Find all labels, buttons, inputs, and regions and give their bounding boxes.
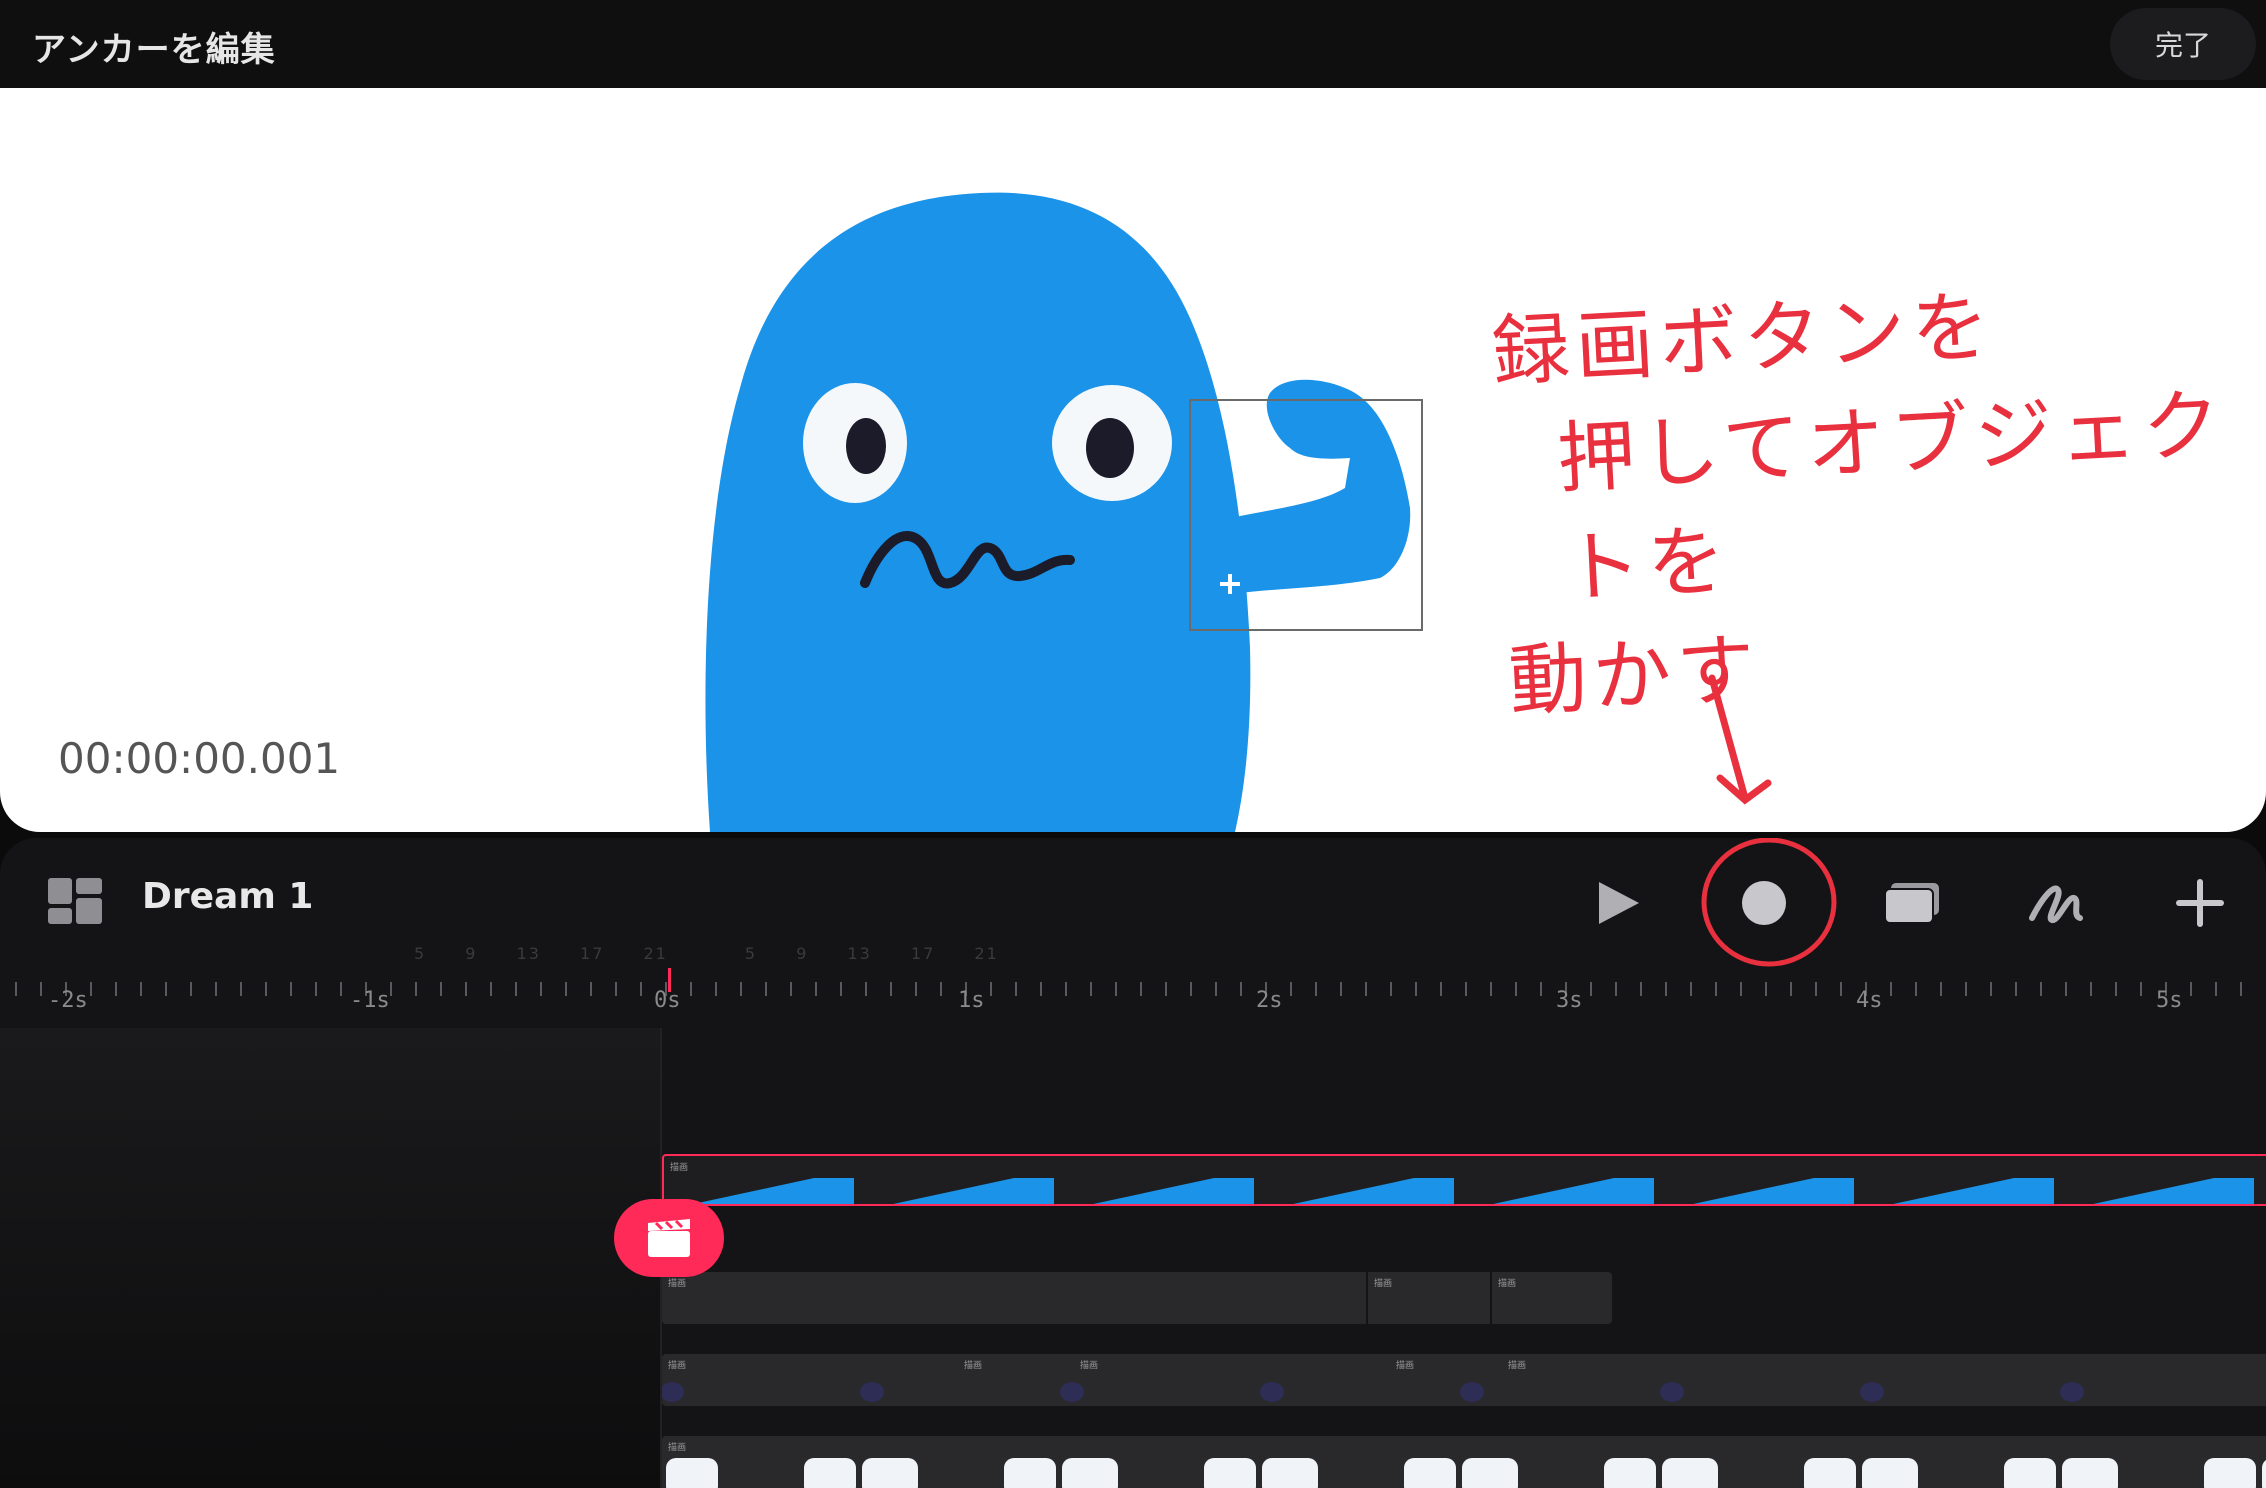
faint-frame-label: 5	[414, 944, 427, 963]
blue-frame-thumb	[693, 1178, 854, 1204]
blue-frame-thumb	[1293, 1178, 1454, 1204]
eye-white-thumb	[804, 1458, 856, 1488]
ruler-faint-frames: 5 9 13 17 21 5 9 13 17 21	[414, 944, 999, 963]
eye-white-thumb	[1866, 1458, 1918, 1488]
blue-frame-thumb	[893, 1178, 1054, 1204]
character-arm	[1230, 379, 1411, 593]
blue-frame-thumb	[1093, 1178, 1254, 1204]
faint-frame-label: 21	[974, 944, 999, 963]
timecode: 00:00:00.001	[58, 734, 341, 783]
pupil-thumb	[662, 1382, 684, 1402]
faint-frame-label: 13	[516, 944, 541, 963]
annotation-line-2: 押してオブジェクトを	[1555, 379, 2229, 615]
blue-frame-thumb	[1493, 1178, 1654, 1204]
eye-white-thumb	[1204, 1458, 1256, 1488]
layers-button[interactable]	[1872, 868, 1952, 938]
eye-white-thumb	[2004, 1458, 2056, 1488]
eye-white-thumb	[866, 1458, 918, 1488]
annotation-text: 録画ボタンを 押してオブジェクトを 動かす	[1489, 258, 2266, 737]
faint-frame-label: 21	[643, 944, 668, 963]
eye-white-thumb	[1604, 1458, 1656, 1488]
faint-frame-label: 5	[744, 944, 758, 963]
blue-frame-thumb	[1893, 1178, 2054, 1204]
ruler-label: -2s	[48, 988, 88, 1013]
track-thumbnails	[662, 1382, 2084, 1402]
pupil-thumb	[1060, 1382, 1084, 1402]
faint-frame-label: 17	[580, 944, 605, 963]
preview-canvas[interactable]: 録画ボタンを 押してオブジェクトを 動かす 00:00:00.001	[0, 88, 2266, 832]
clapperboard-icon	[648, 1219, 690, 1257]
timeline-panel: Dream 1 -2s -1s 0s 1s 2s 3s 4s 5s 5 9 13…	[0, 838, 2266, 1488]
eye-white-thumb	[2262, 1460, 2266, 1488]
clip-label: 描画	[668, 1279, 687, 1289]
eye-white-thumb	[2204, 1458, 2256, 1488]
right-pupil	[1086, 418, 1134, 478]
layers-icon	[1884, 883, 1939, 924]
faint-frame-label: 13	[847, 944, 872, 963]
pupil-thumb	[860, 1382, 884, 1402]
pupil-thumb	[1660, 1382, 1684, 1402]
done-button[interactable]: 完了	[2110, 8, 2256, 80]
ruler-label: 3s	[1556, 988, 1583, 1013]
clip-label: 描画	[1498, 1279, 1517, 1289]
ruler-label: 5s	[2156, 988, 2183, 1013]
layer-list-area	[0, 1028, 662, 1488]
pupil-thumb	[1260, 1382, 1284, 1402]
track-eyes[interactable]: 描画 描画 描画 描画 描画	[662, 1354, 2266, 1406]
ruler-label: -1s	[350, 988, 390, 1013]
blue-frame-thumb	[1693, 1178, 1854, 1204]
pupil-thumb	[1460, 1382, 1484, 1402]
eye-white-thumb	[2066, 1458, 2118, 1488]
ruler-label: 4s	[1856, 988, 1883, 1013]
faint-frame-label: 9	[796, 944, 809, 963]
ruler-label: 2s	[1256, 988, 1283, 1013]
eye-white-thumb	[1266, 1458, 1318, 1488]
character-body	[705, 192, 1251, 832]
draw-icon	[2029, 885, 2083, 923]
track-whites[interactable]: 描画	[662, 1436, 2266, 1488]
eye-white-thumb	[1666, 1458, 1718, 1488]
eye-white-thumb	[1004, 1458, 1056, 1488]
left-pupil	[846, 418, 886, 474]
play-button[interactable]	[1578, 868, 1658, 938]
eye-white-thumb	[1466, 1458, 1518, 1488]
eye-white-thumb	[1404, 1458, 1456, 1488]
top-bar: アンカーを編集 完了	[0, 0, 2266, 88]
clip-divider	[1366, 1272, 1368, 1324]
eye-white-thumb	[1804, 1458, 1856, 1488]
time-ruler[interactable]	[0, 956, 2266, 1046]
track-thumbnails	[666, 1458, 2266, 1488]
track-mouth[interactable]: 描画 描画 描画	[662, 1272, 1612, 1324]
plus-icon	[2176, 879, 2224, 927]
project-name[interactable]: Dream 1	[142, 876, 313, 917]
clip-label: 描画	[1374, 1279, 1393, 1289]
screen-title: アンカーを編集	[32, 30, 276, 70]
faint-frame-label: 17	[910, 944, 936, 963]
pupil-thumb	[2060, 1382, 2084, 1402]
ruler-label: 1s	[958, 988, 985, 1013]
track-selected[interactable]: 描画	[662, 1154, 2266, 1206]
pupil-thumb	[1860, 1382, 1884, 1402]
eye-white-thumb	[1066, 1458, 1118, 1488]
layout-icon[interactable]	[48, 878, 102, 924]
add-button[interactable]	[2160, 868, 2240, 938]
faint-frame-label: 9	[465, 944, 478, 963]
keyframe-record-button[interactable]	[614, 1199, 724, 1277]
eye-white-thumb	[666, 1458, 718, 1488]
playhead[interactable]	[668, 968, 671, 992]
blue-frame-thumb	[2093, 1178, 2254, 1204]
clip-divider	[1490, 1272, 1492, 1324]
draw-button[interactable]	[2016, 868, 2096, 938]
play-icon	[1599, 882, 1639, 924]
track-thumbnails	[693, 1178, 2254, 1204]
